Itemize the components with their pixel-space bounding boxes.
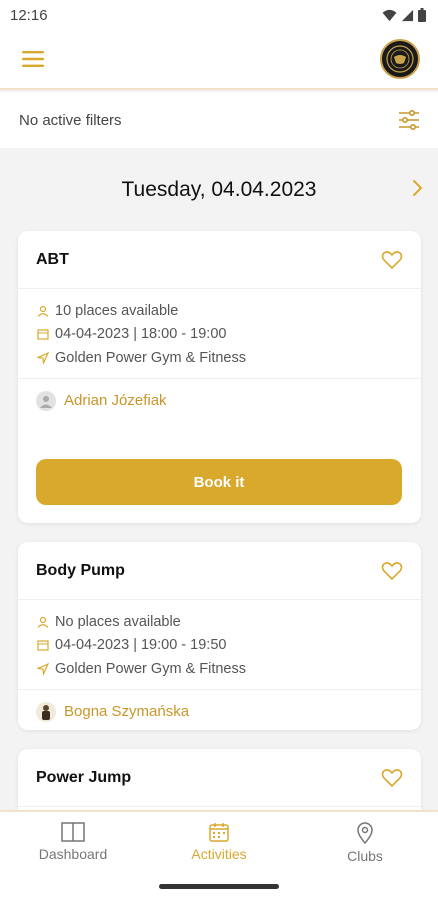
- heart-outline-icon[interactable]: [381, 561, 403, 581]
- nav-activities[interactable]: Activities: [146, 822, 292, 862]
- places-text: No places available: [55, 613, 181, 630]
- heart-outline-icon[interactable]: [381, 250, 403, 270]
- location-arrow-icon: [36, 662, 49, 675]
- battery-icon: [418, 8, 426, 22]
- datetime-text: 04-04-2023 | 18:00 - 19:00: [55, 326, 227, 343]
- filter-sliders-icon[interactable]: [398, 110, 420, 130]
- activity-card[interactable]: ABT 10 places available 04-04-2023 | 18:…: [18, 231, 421, 523]
- location-row: Golden Power Gym & Fitness: [36, 346, 403, 370]
- person-icon: [36, 304, 49, 317]
- home-indicator[interactable]: [159, 884, 279, 889]
- status-time: 12:16: [10, 6, 48, 24]
- datetime-row: 04-04-2023 | 18:00 - 19:00: [36, 323, 403, 347]
- activity-details: 10 places available 04-04-2023 | 18:00 -…: [18, 289, 421, 379]
- calendar-icon: [36, 639, 49, 652]
- activity-card[interactable]: Body Pump No places available 04-04-2023…: [18, 542, 421, 730]
- filter-bar: No active filters: [0, 92, 438, 148]
- location-arrow-icon: [36, 351, 49, 364]
- dashboard-icon: [61, 822, 85, 842]
- menu-icon[interactable]: [22, 51, 44, 67]
- datetime-row: 04-04-2023 | 19:00 - 19:50: [36, 634, 403, 658]
- calendar-icon: [36, 328, 49, 341]
- places-text: 10 places available: [55, 302, 179, 319]
- status-icons: [382, 8, 426, 22]
- date-label: Tuesday, 04.04.2023: [121, 178, 317, 201]
- activity-title: Power Jump: [36, 768, 132, 786]
- nav-activities-label: Activities: [191, 846, 247, 862]
- places-row: No places available: [36, 610, 403, 634]
- trainer-name[interactable]: Adrian Józefiak: [64, 392, 167, 409]
- nav-dashboard-label: Dashboard: [38, 846, 108, 862]
- map-pin-icon: [357, 822, 373, 844]
- heart-outline-icon[interactable]: [381, 768, 403, 788]
- activity-title: Body Pump: [36, 561, 125, 579]
- activity-details: No places available 04-04-2023 | 19:00 -…: [18, 600, 421, 690]
- trainer-row[interactable]: Adrian Józefiak: [18, 379, 421, 423]
- location-text: Golden Power Gym & Fitness: [55, 660, 246, 677]
- activity-card-header: Power Jump: [18, 749, 421, 807]
- club-logo[interactable]: [380, 39, 420, 79]
- club-logo-emblem: [386, 45, 414, 73]
- app-bar: [0, 30, 438, 90]
- date-selector: Tuesday, 04.04.2023: [0, 166, 438, 214]
- places-row: 10 places available: [36, 299, 403, 323]
- nav-clubs-label: Clubs: [347, 848, 383, 864]
- calendar-nav-icon: [209, 823, 229, 842]
- signal-icon: [401, 9, 414, 21]
- location-text: Golden Power Gym & Fitness: [55, 349, 246, 366]
- status-bar: 12:16: [0, 0, 438, 30]
- datetime-text: 04-04-2023 | 19:00 - 19:50: [55, 637, 227, 654]
- activity-card-header: Body Pump: [18, 542, 421, 600]
- avatar: [36, 701, 56, 722]
- nav-clubs[interactable]: Clubs: [292, 822, 438, 864]
- activity-card-header: ABT: [18, 231, 421, 289]
- nav-dashboard[interactable]: Dashboard: [0, 822, 146, 862]
- book-button[interactable]: Book it: [36, 459, 402, 505]
- filter-status: No active filters: [19, 111, 122, 129]
- chevron-right-icon[interactable]: [412, 178, 424, 198]
- trainer-name[interactable]: Bogna Szymańska: [64, 703, 189, 720]
- avatar: [36, 390, 56, 411]
- trainer-row[interactable]: Bogna Szymańska: [18, 690, 421, 731]
- person-icon: [36, 615, 49, 628]
- wifi-icon: [382, 9, 397, 21]
- location-row: Golden Power Gym & Fitness: [36, 657, 403, 681]
- activity-title: ABT: [36, 250, 69, 268]
